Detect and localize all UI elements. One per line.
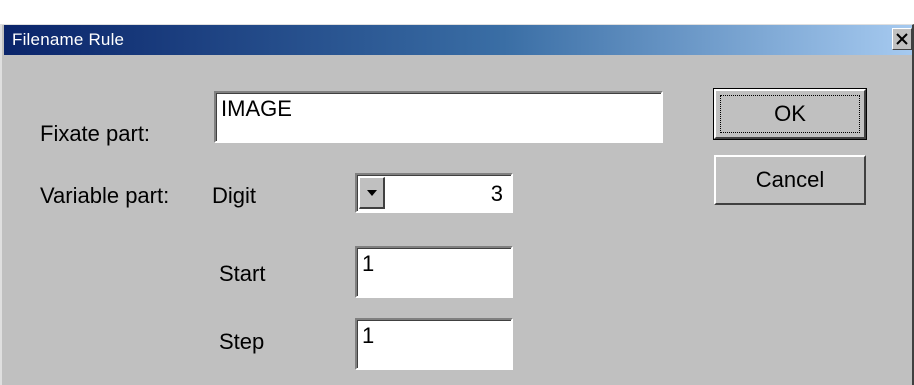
variable-part-label: Variable part: [40, 183, 170, 208]
window-title: Filename Rule [12, 30, 125, 49]
cancel-button[interactable]: Cancel [714, 155, 866, 205]
start-label: Start [219, 261, 266, 286]
fixate-part-value: IMAGE [221, 96, 292, 121]
triangle-down-icon [366, 189, 377, 196]
close-icon [896, 33, 908, 45]
start-value: 1 [362, 251, 375, 276]
step-label: Step [219, 329, 265, 354]
fixate-part-label: Fixate part: [40, 121, 151, 146]
ok-button[interactable]: OK [713, 88, 867, 140]
digit-value: 3 [490, 181, 503, 206]
step-input[interactable]: 1 [355, 318, 513, 370]
start-input[interactable]: 1 [355, 246, 513, 298]
ok-button-label: OK [774, 101, 806, 126]
step-value: 1 [362, 323, 375, 348]
digit-dropdown-button[interactable] [359, 177, 385, 209]
digit-label: Digit [212, 183, 257, 208]
close-button[interactable] [892, 28, 912, 50]
filename-rule-dialog: Filename Rule Fixate part: IMAGE Variabl… [0, 24, 914, 385]
title-bar[interactable]: Filename Rule [4, 25, 912, 55]
cancel-button-label: Cancel [755, 167, 825, 192]
fixate-part-input[interactable]: IMAGE [214, 91, 663, 143]
digit-select[interactable]: 3 [355, 173, 513, 213]
